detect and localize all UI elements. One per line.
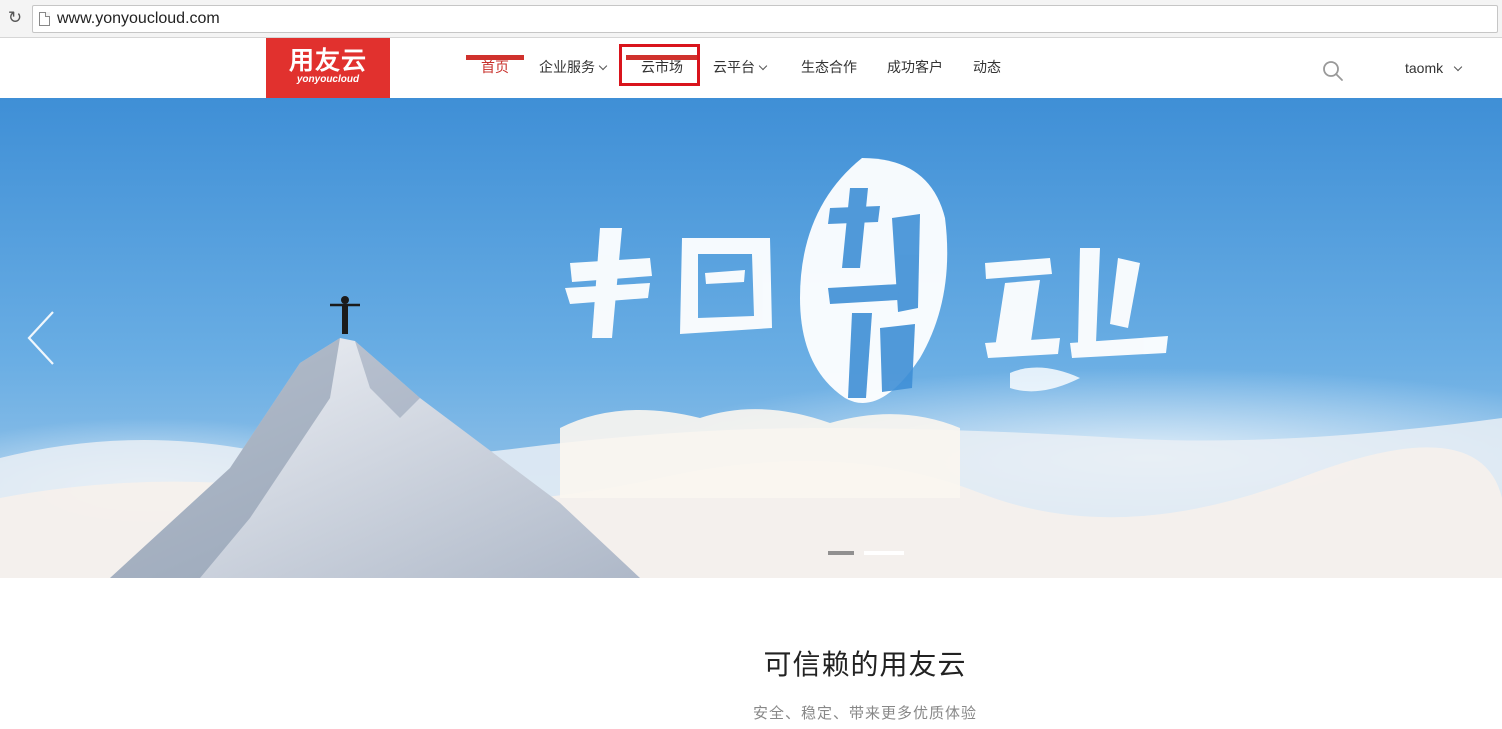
nav-item-label: 首页: [481, 60, 509, 76]
logo-name-en: yonyoucloud: [296, 74, 360, 85]
reload-icon[interactable]: ↻: [6, 9, 24, 27]
nav-item-news[interactable]: 动态: [973, 38, 1001, 98]
username: taomk: [1405, 60, 1444, 76]
user-menu[interactable]: taomk: [1405, 38, 1463, 98]
annotation-highlight-box: [619, 44, 700, 86]
chevron-down-icon: [758, 61, 768, 71]
hero-banner[interactable]: [0, 98, 1502, 578]
slider-prev-arrow-icon[interactable]: [25, 310, 59, 366]
nav-item-home[interactable]: 首页: [481, 38, 509, 98]
nav-item-enterprise-services[interactable]: 企业服务: [539, 38, 608, 98]
nav-item-ecosystem[interactable]: 生态合作: [801, 38, 857, 98]
section-title: 可信赖的用友云: [763, 648, 967, 681]
nav-item-label: 动态: [973, 60, 1001, 76]
slider-dot-1[interactable]: [828, 551, 854, 555]
hero-background: [0, 98, 1502, 578]
nav-item-cloud-platform[interactable]: 云平台: [713, 38, 768, 98]
nav-item-label: 云平台: [713, 60, 755, 76]
site-header: 用友云 yonyoucloud 首页 企业服务 云市场 云平台 生态合作 成功客…: [0, 38, 1502, 98]
nav-item-label: 企业服务: [539, 60, 595, 76]
chevron-down-icon: [1453, 62, 1463, 72]
search-icon[interactable]: [1322, 60, 1344, 82]
chevron-down-icon: [598, 61, 608, 71]
site-logo[interactable]: 用友云 yonyoucloud: [266, 38, 390, 98]
section-subtitle: 安全、稳定、带来更多优质体验: [752, 704, 977, 722]
url-text[interactable]: www.yonyoucloud.com: [57, 10, 220, 28]
address-bar[interactable]: www.yonyoucloud.com: [32, 5, 1498, 33]
nav-item-customers[interactable]: 成功客户: [887, 38, 943, 98]
slider-dot-2[interactable]: [864, 551, 904, 555]
browser-toolbar: ↻ www.yonyoucloud.com: [0, 0, 1502, 38]
logo-name-cn: 用友云: [288, 46, 367, 75]
page-icon: [39, 12, 50, 26]
active-nav-indicator: [466, 55, 524, 60]
nav-item-label: 生态合作: [801, 60, 857, 76]
nav-item-label: 成功客户: [887, 60, 943, 76]
